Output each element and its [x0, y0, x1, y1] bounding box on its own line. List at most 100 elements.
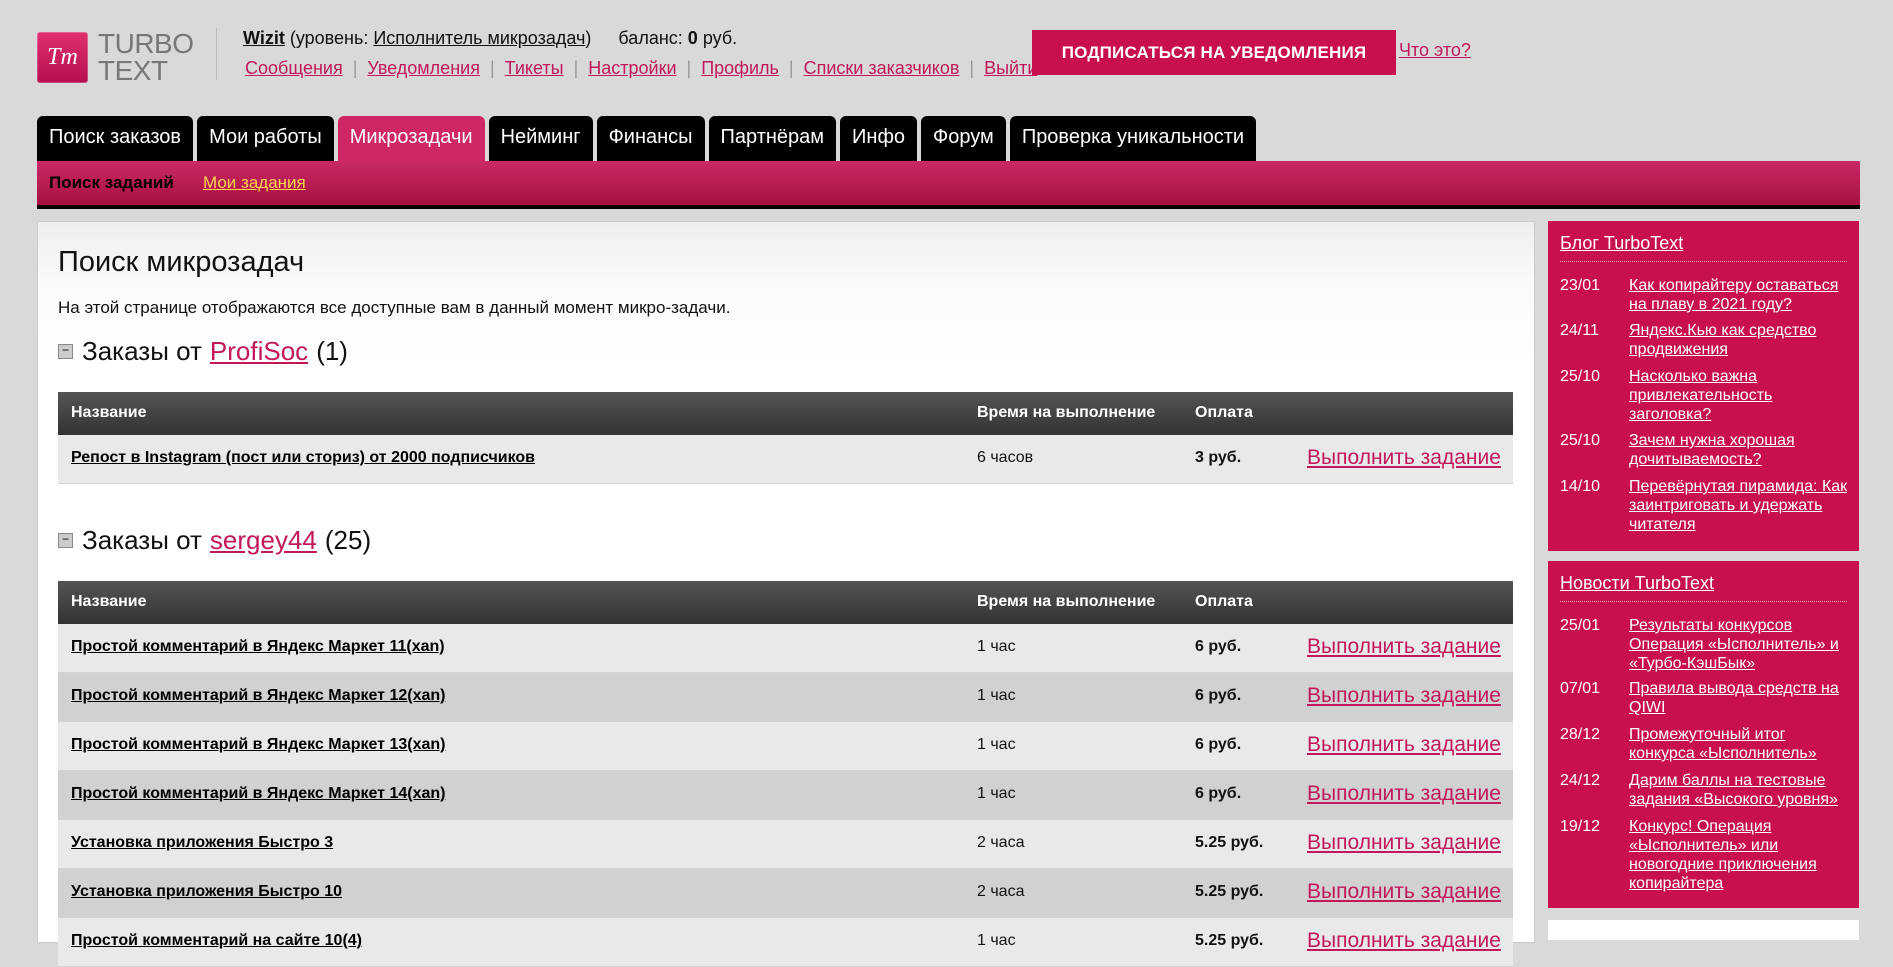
blog-title[interactable]: Блог TurboText — [1560, 233, 1683, 254]
task-name-link[interactable]: Установка приложения Быстро 3 — [71, 834, 333, 852]
tab-my-works[interactable]: Мои работы — [197, 116, 334, 161]
col-pay-header: Оплата — [1195, 404, 1253, 421]
news-item-link[interactable]: Конкурс! Операция «Ысполнитель» или ново… — [1629, 817, 1851, 893]
link-messages[interactable]: Сообщения — [245, 58, 343, 78]
customer-link[interactable]: ProfiSoc — [210, 336, 308, 367]
task-name-link[interactable]: Простой комментарий на сайте 10(4) — [71, 932, 362, 950]
subnav-current: Поиск заданий — [49, 173, 174, 192]
separator: | — [352, 58, 358, 78]
task-name-link[interactable]: Простой комментарий в Яндекс Маркет 12(x… — [71, 687, 445, 705]
table-header-row: Название Время на выполнение Оплата — [58, 581, 1513, 624]
link-logout[interactable]: Выйти — [984, 58, 1037, 78]
balance-value: 0 — [687, 28, 698, 48]
table-row: Простой комментарий в Яндекс Маркет 14(x… — [58, 771, 1513, 820]
task-name-link[interactable]: Простой комментарий в Яндекс Маркет 11(x… — [71, 638, 445, 656]
news-title[interactable]: Новости TurboText — [1560, 573, 1714, 594]
table-row: Простой комментарий в Яндекс Маркет 12(x… — [58, 673, 1513, 722]
news-item-link[interactable]: Результаты конкурсов Операция «Ысполните… — [1629, 616, 1851, 673]
do-task-link[interactable]: Выполнить задание — [1307, 733, 1501, 757]
customer-link[interactable]: sergey44 — [210, 525, 317, 556]
level-prefix: (уровень: — [289, 28, 374, 48]
table-row: Установка приложения Быстро 3 2 часа 5.2… — [58, 820, 1513, 869]
tab-uniqueness-check[interactable]: Проверка уникальности — [1009, 116, 1257, 161]
divider — [1560, 261, 1847, 262]
table-row: Установка приложения Быстро 10 2 часа 5.… — [58, 869, 1513, 918]
collapse-icon[interactable]: − — [58, 344, 73, 359]
item-date: 23/01 — [1560, 277, 1601, 294]
tab-naming[interactable]: Нейминг — [488, 116, 593, 161]
tab-info[interactable]: Инфо — [840, 116, 918, 161]
separator: | — [573, 58, 579, 78]
section-count: (1) — [316, 336, 348, 366]
subnav-my-tasks-link[interactable]: Мои задания — [203, 173, 306, 193]
task-name-link[interactable]: Установка приложения Быстро 10 — [71, 883, 342, 901]
tab-finance[interactable]: Финансы — [596, 116, 705, 161]
col-time-header: Время на выполнение — [977, 404, 1156, 421]
task-time: 1 час — [977, 785, 1016, 802]
balance-label: баланс: — [618, 28, 683, 48]
link-profile[interactable]: Профиль — [701, 58, 779, 78]
do-task-link[interactable]: Выполнить задание — [1307, 635, 1501, 659]
table-row: Простой комментарий в Яндекс Маркет 13(x… — [58, 722, 1513, 771]
what-is-it-link[interactable]: Что это? — [1399, 40, 1471, 61]
main-nav-tabs: Поиск заказов Мои работы Микрозадачи Ней… — [37, 116, 1260, 161]
item-date: 25/10 — [1560, 432, 1601, 449]
do-task-link[interactable]: Выполнить задание — [1307, 446, 1501, 470]
news-item-link[interactable]: Промежуточный итог конкурса «Ысполнитель… — [1629, 725, 1851, 763]
col-pay-header: Оплата — [1195, 593, 1253, 610]
main-content: Поиск микрозадач На этой странице отобра… — [37, 221, 1535, 967]
item-date: 07/01 — [1560, 680, 1601, 697]
task-pay: 6 руб. — [1195, 736, 1242, 753]
blog-panel: Блог TurboText 23/01 Как копирайтеру ост… — [1548, 221, 1859, 551]
tab-microtasks[interactable]: Микрозадачи — [337, 116, 485, 161]
col-time-header: Время на выполнение — [977, 593, 1156, 610]
section-prefix: Заказы от — [82, 525, 202, 555]
news-panel: Новости TurboText 25/01 Результаты конку… — [1548, 561, 1859, 908]
page-title: Поиск микрозадач — [58, 246, 305, 278]
link-customer-lists[interactable]: Списки заказчиков — [804, 58, 960, 78]
site-logo[interactable]: Tт TURBO TEXT — [37, 30, 194, 85]
do-task-link[interactable]: Выполнить задание — [1307, 782, 1501, 806]
separator: | — [969, 58, 975, 78]
user-links: Сообщения | Уведомления | Тикеты | Настройки | П… — [245, 58, 1041, 79]
username-link[interactable]: Wizit — [243, 28, 285, 48]
do-task-link[interactable]: Выполнить задание — [1307, 929, 1501, 953]
tab-order-search[interactable]: Поиск заказов — [37, 116, 194, 161]
blog-item-link[interactable]: Насколько важна привлекательность заголо… — [1629, 367, 1851, 424]
separator: | — [788, 58, 794, 78]
do-task-link[interactable]: Выполнить задание — [1307, 684, 1501, 708]
do-task-link[interactable]: Выполнить задание — [1307, 880, 1501, 904]
col-name-header: Название — [71, 593, 147, 610]
tab-partners[interactable]: Партнёрам — [708, 116, 837, 161]
task-name-link[interactable]: Простой комментарий в Яндекс Маркет 14(x… — [71, 785, 445, 803]
item-date: 25/10 — [1560, 368, 1601, 385]
item-date: 24/12 — [1560, 772, 1601, 789]
do-task-link[interactable]: Выполнить задание — [1307, 831, 1501, 855]
task-time: 2 часа — [977, 883, 1025, 900]
task-pay: 3 руб. — [1195, 449, 1242, 466]
link-notifications[interactable]: Уведомления — [367, 58, 480, 78]
task-pay: 5.25 руб. — [1195, 834, 1264, 851]
subscribe-notifications-button[interactable]: ПОДПИСАТЬСЯ НА УВЕДОМЛЕНИЯ — [1032, 30, 1396, 75]
blog-item-link[interactable]: Зачем нужна хорошая дочитываемость? — [1629, 431, 1851, 469]
task-name-link[interactable]: Репост в Instagram (пост или сториз) от … — [71, 449, 535, 467]
tab-forum[interactable]: Форум — [921, 116, 1006, 161]
link-settings[interactable]: Настройки — [588, 58, 676, 78]
link-tickets[interactable]: Тикеты — [505, 58, 564, 78]
blog-item-link[interactable]: Яндекс.Кью как средство продвижения — [1629, 321, 1851, 359]
task-time: 6 часов — [977, 449, 1034, 466]
blog-item-link[interactable]: Как копирайтеру оставаться на плаву в 20… — [1629, 276, 1851, 314]
blog-item-link[interactable]: Перевёрнутая пирамида: Как заинтриговать… — [1629, 477, 1851, 534]
collapse-icon[interactable]: − — [58, 533, 73, 548]
news-item-link[interactable]: Дарим баллы на тестовые задания «Высоког… — [1629, 771, 1851, 809]
task-pay: 5.25 руб. — [1195, 883, 1264, 900]
task-name-link[interactable]: Простой комментарий в Яндекс Маркет 13(x… — [71, 736, 445, 754]
section-header: − Заказы от sergey44 (25) — [58, 525, 371, 556]
table-row: Простой комментарий в Яндекс Маркет 11(x… — [58, 624, 1513, 673]
balance-unit: руб. — [702, 28, 738, 48]
news-item-link[interactable]: Правила вывода средств на QIWI — [1629, 679, 1851, 717]
user-level-link[interactable]: Исполнитель микрозадач — [373, 28, 585, 48]
item-date: 25/01 — [1560, 617, 1601, 634]
divider — [1560, 601, 1847, 602]
separator: | — [489, 58, 495, 78]
